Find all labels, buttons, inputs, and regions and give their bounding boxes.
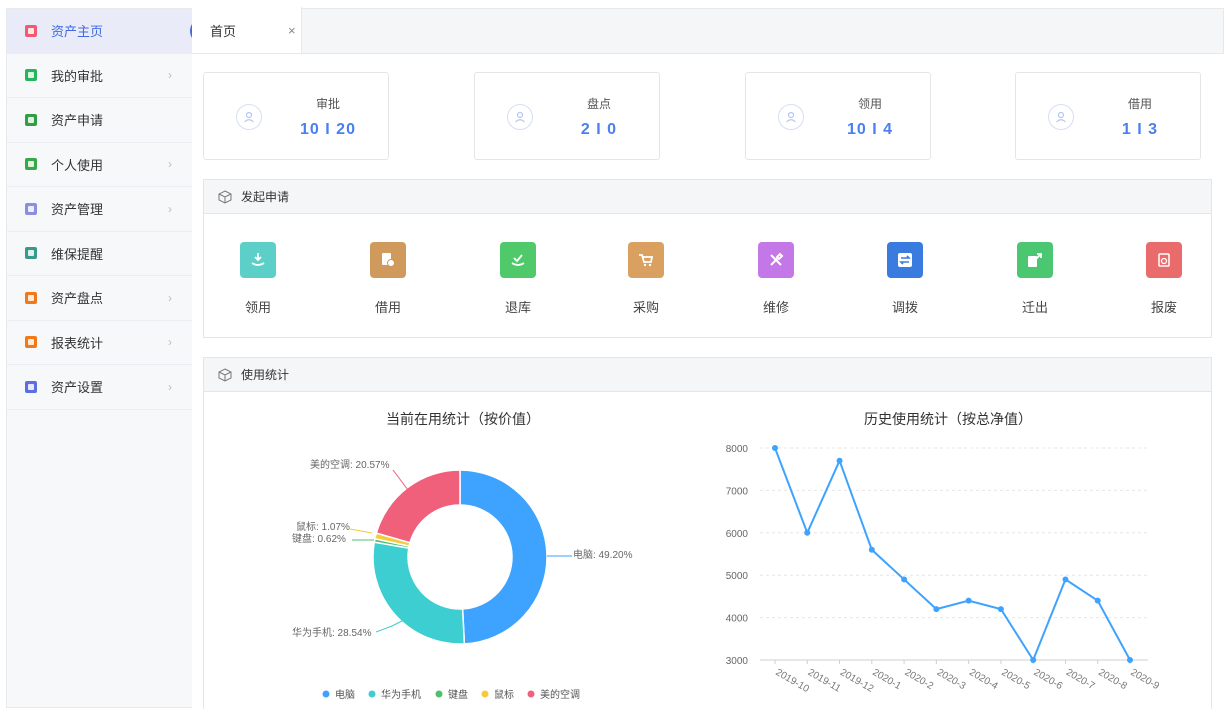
apply-action-label: 采购 [632, 300, 659, 315]
sidebar-item-label: 资产申请 [51, 113, 104, 129]
apply-action-label: 领用 [244, 300, 271, 315]
stat-label: 领用 [857, 97, 882, 111]
sidebar-item[interactable]: 维保提醒 [7, 232, 192, 276]
user-icon [507, 104, 533, 130]
sidebar-item[interactable]: 资产盘点 › [7, 276, 192, 321]
apply-action-button[interactable]: 调拨 [875, 242, 935, 316]
chevron-right-icon: › [168, 201, 172, 216]
apply-action-label: 报废 [1150, 300, 1177, 315]
apply-action-button[interactable]: 维修 [746, 242, 806, 316]
line-chart-title: 历史使用统计（按总净值） [864, 411, 1032, 427]
user-icon [1048, 104, 1074, 130]
cart-icon [628, 242, 664, 278]
sidebar-item-label: 资产设置 [51, 380, 104, 396]
sidebar-item-icon [25, 380, 37, 393]
tab-bar: 首页 × [192, 7, 1224, 54]
tab-home[interactable]: 首页 × [192, 7, 302, 53]
pie-chart-title: 当前在用统计（按价值） [386, 411, 540, 427]
stat-value: 10 I 4 [846, 121, 894, 138]
transfer-icon [887, 242, 923, 278]
chevron-right-icon: › [168, 157, 172, 172]
document-clock-icon [370, 242, 406, 278]
stat-label: 审批 [315, 97, 340, 111]
apply-action-label: 借用 [374, 300, 401, 315]
sidebar-item[interactable]: 资产申请 [7, 98, 192, 143]
stat-label: 借用 [1127, 97, 1152, 111]
export-icon [1017, 242, 1053, 278]
chevron-right-icon: › [168, 290, 172, 305]
apply-action-button[interactable]: 采购 [616, 242, 676, 316]
cube-icon [218, 189, 232, 204]
user-icon [236, 104, 262, 130]
trash-icon [1146, 242, 1182, 278]
sidebar-item-icon [25, 69, 37, 82]
sidebar-item-label: 报表统计 [51, 335, 104, 351]
chevron-right-icon: › [168, 379, 172, 394]
apply-panel-title: 发起申请 [241, 190, 290, 204]
sidebar-item-icon [25, 247, 37, 260]
stat-value: 1 I 3 [1121, 121, 1159, 138]
apply-action-button[interactable]: 退库 [488, 242, 548, 316]
sidebar-item-icon [25, 336, 37, 349]
tab-title: 首页 [210, 23, 237, 39]
apply-action-label: 调拨 [891, 300, 918, 315]
sidebar-item-icon [25, 24, 37, 37]
tools-icon [758, 242, 794, 278]
cube-icon [218, 367, 232, 382]
sidebar-item-label: 资产管理 [51, 202, 104, 218]
apply-action-button[interactable]: 领用 [228, 242, 288, 316]
sidebar-item[interactable]: 我的审批 › [7, 54, 192, 98]
sidebar-item[interactable]: 资产设置 › [7, 365, 192, 410]
apply-action-label: 维修 [762, 300, 789, 315]
sidebar-item-label: 资产盘点 [51, 291, 104, 307]
app-root: 资产主页 我的审批 › 资产申请 个人使用 › 资产管理 › 维保提醒 资产盘点 › 报表统计 › 资产设… [0, 0, 1230, 716]
download-hand-icon [240, 242, 276, 278]
apply-action-label: 退库 [504, 300, 531, 315]
apply-action-button[interactable]: 借用 [358, 242, 418, 316]
apply-panel: 发起申请 领用 借用 退库 采购 维修 调拨 迁出 报废 [203, 179, 1212, 338]
sidebar-item-label: 资产主页 [51, 24, 104, 40]
sidebar-item[interactable]: 资产主页 [7, 9, 194, 54]
chevron-right-icon: › [168, 68, 172, 83]
apply-actions: 领用 借用 退库 采购 维修 调拨 迁出 报废 [204, 214, 1211, 333]
user-icon [778, 104, 804, 130]
apply-action-label: 迁出 [1021, 300, 1048, 315]
sidebar-item[interactable]: 资产管理 › [7, 187, 192, 232]
sidebar-item-icon [25, 113, 37, 126]
sidebar-item-icon [25, 291, 37, 304]
return-hand-icon [500, 242, 536, 278]
stat-value: 2 I 0 [580, 121, 618, 138]
usage-panel-header: 使用统计 [204, 358, 1211, 392]
sidebar-item-icon [25, 158, 37, 171]
stat-card[interactable]: 领用 10 I 4 [745, 72, 931, 160]
usage-panel-title: 使用统计 [241, 368, 290, 382]
sidebar-item-icon [25, 202, 37, 215]
sidebar-item-label: 维保提醒 [51, 246, 104, 262]
apply-action-button[interactable]: 报废 [1134, 242, 1194, 316]
sidebar-item[interactable]: 个人使用 › [7, 143, 192, 187]
stat-card[interactable]: 借用 1 I 3 [1015, 72, 1201, 160]
stat-card[interactable]: 审批 10 I 20 [203, 72, 389, 160]
apply-panel-header: 发起申请 [204, 180, 1211, 214]
sidebar-item-label: 个人使用 [51, 157, 104, 173]
chevron-right-icon: › [168, 335, 172, 350]
sidebar-item[interactable]: 报表统计 › [7, 321, 192, 365]
stat-value: 10 I 20 [300, 121, 356, 138]
apply-action-button[interactable]: 迁出 [1005, 242, 1065, 316]
sidebar-item-label: 我的审批 [51, 68, 104, 84]
stat-label: 盘点 [586, 97, 611, 111]
tab-close-icon[interactable]: × [288, 23, 296, 38]
stat-card[interactable]: 盘点 2 I 0 [474, 72, 660, 160]
usage-panel: 使用统计 [203, 357, 1212, 709]
sidebar: 资产主页 我的审批 › 资产申请 个人使用 › 资产管理 › 维保提醒 资产盘点 › 报表统计 › 资产设… [6, 8, 194, 708]
